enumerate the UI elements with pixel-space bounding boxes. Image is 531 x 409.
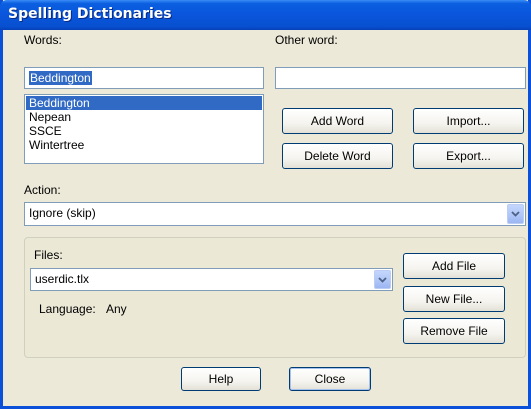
words-listbox[interactable]: Beddington Nepean SSCE Wintertree — [24, 94, 264, 164]
delete-word-button[interactable]: Delete Word — [282, 143, 393, 169]
chevron-down-icon[interactable] — [507, 204, 524, 224]
add-file-button[interactable]: Add File — [403, 253, 505, 279]
other-word-label: Other word: — [275, 33, 338, 47]
other-word-input[interactable] — [275, 67, 526, 89]
action-label: Action: — [24, 183, 61, 197]
new-file-button[interactable]: New File... — [403, 286, 505, 312]
language-label: Language: — [39, 302, 96, 316]
language-value: Any — [106, 302, 127, 316]
import-button[interactable]: Import... — [413, 108, 524, 134]
title-bar[interactable]: Spelling Dictionaries — [0, 0, 531, 30]
words-input-value: Beddington — [29, 71, 92, 85]
words-label: Words: — [24, 33, 62, 47]
files-group: Files: userdic.tlx Language: Any Add Fil… — [24, 237, 526, 358]
files-label: Files: — [34, 248, 63, 262]
add-word-button[interactable]: Add Word — [282, 108, 393, 134]
action-dropdown[interactable]: Ignore (skip) — [24, 202, 526, 226]
list-item[interactable]: Wintertree — [26, 138, 262, 152]
close-button[interactable]: Close — [289, 367, 371, 391]
list-item[interactable]: Beddington — [26, 96, 262, 110]
list-item[interactable]: SSCE — [26, 124, 262, 138]
action-value: Ignore (skip) — [29, 206, 96, 220]
words-input[interactable]: Beddington — [24, 67, 264, 89]
files-value: userdic.tlx — [35, 272, 90, 286]
export-button[interactable]: Export... — [413, 143, 524, 169]
spelling-dictionaries-dialog: Spelling Dictionaries Words: Beddington … — [0, 0, 531, 409]
window-title: Spelling Dictionaries — [8, 6, 172, 22]
remove-file-button[interactable]: Remove File — [403, 318, 505, 344]
list-item[interactable]: Nepean — [26, 110, 262, 124]
files-dropdown[interactable]: userdic.tlx — [30, 268, 393, 291]
help-button[interactable]: Help — [181, 367, 261, 391]
chevron-down-icon[interactable] — [374, 270, 391, 289]
